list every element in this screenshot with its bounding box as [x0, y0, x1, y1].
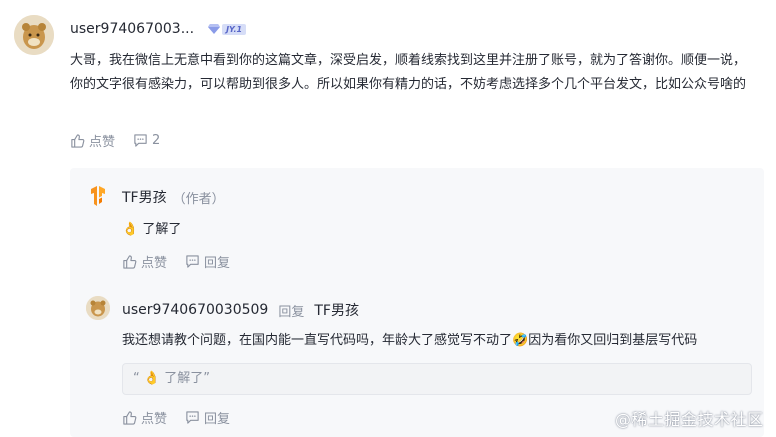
reply-button[interactable]: 回复 [185, 252, 230, 271]
thumbs-up-icon [71, 134, 85, 148]
reply-content: 👌 了解了 [122, 218, 181, 242]
reply-button[interactable]: 回复 [185, 408, 230, 427]
reply-text-continued: 因为看你又回归到基层写代码 [528, 333, 698, 348]
reply-to-username[interactable]: TF男孩 [314, 300, 359, 320]
comment-icon [186, 255, 199, 268]
level-label: JY.1 [222, 23, 247, 35]
comment-content: 大哥，我在微信上无意中看到你的这篇文章，深受启发，顺着线索找到这里并注册了账号，… [70, 53, 747, 92]
reply-username[interactable]: TF男孩 [122, 187, 167, 207]
avatar[interactable] [86, 296, 110, 320]
level-badge: JY.1 [208, 23, 247, 35]
reply-actions: 点赞 回复 [122, 408, 230, 427]
like-label: 点赞 [141, 412, 168, 427]
comment-count: 2 [152, 133, 161, 148]
tf-logo-icon [91, 186, 105, 206]
thumbs-up-icon [123, 255, 137, 269]
reply-label: 回复 [204, 256, 231, 271]
like-label: 点赞 [89, 135, 116, 150]
ok-hand-emoji: 👌 [122, 222, 139, 237]
reply-content: 我还想请教个问题，在国内能一直写代码吗，年龄大了感觉写不动了🤣因为看你又回归到基… [122, 329, 697, 353]
author-tag: （作者） [172, 191, 225, 207]
like-button[interactable]: 点赞 [122, 252, 167, 271]
like-label: 点赞 [141, 256, 168, 271]
laughing-emoji: 🤣 [512, 333, 529, 348]
reply-text: 了解了 [142, 222, 182, 237]
quoted-comment[interactable]: “ 👌 了解了” [122, 363, 752, 395]
reply-word: 回复 [278, 304, 305, 320]
like-button[interactable]: 点赞 [70, 131, 115, 150]
quote-text: 了解了” [164, 371, 210, 386]
reply-text: 我还想请教个问题，在国内能一直写代码吗，年龄大了感觉写不动了 [122, 333, 513, 348]
reply-username[interactable]: user9740670030509 [122, 302, 268, 318]
comment-actions: 点赞 2 [70, 131, 160, 150]
watermark: @稀土掘金技术社区 [615, 410, 764, 429]
diamond-icon [208, 24, 221, 34]
comment-count-button[interactable]: 2 [133, 133, 160, 148]
quote-mark: “ [133, 371, 140, 386]
comment-icon [186, 411, 199, 424]
avatar[interactable] [14, 15, 54, 55]
thumbs-up-icon [123, 411, 137, 425]
reply-actions: 点赞 回复 [122, 252, 230, 271]
ok-hand-emoji: 👌 [143, 371, 161, 386]
comment-icon [134, 134, 147, 147]
like-button[interactable]: 点赞 [122, 408, 167, 427]
author-avatar[interactable] [86, 184, 110, 208]
reply-label: 回复 [204, 412, 231, 427]
comment-username[interactable]: user974067003... [70, 21, 194, 37]
